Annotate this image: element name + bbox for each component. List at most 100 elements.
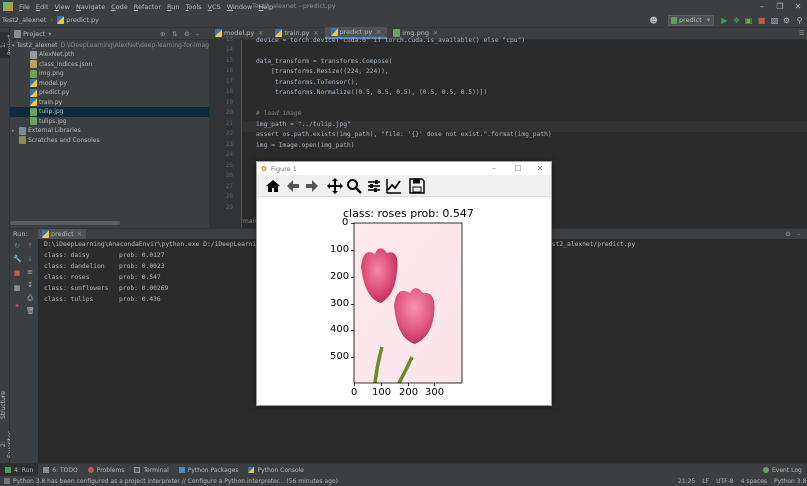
- configure-subplots-icon[interactable]: [366, 178, 382, 194]
- hide-panel-icon[interactable]: –: [797, 230, 800, 238]
- tab-python-packages[interactable]: Python Packages: [174, 467, 244, 474]
- layout-icon[interactable]: ▦: [13, 284, 21, 292]
- hide-panel-icon[interactable]: –: [196, 30, 199, 38]
- breadcrumb-project[interactable]: Test2_alexnet: [0, 16, 48, 24]
- tree-item-alexnet-pth[interactable]: AlexNet.pth: [30, 50, 209, 60]
- down-icon[interactable]: ↓: [26, 255, 34, 263]
- y-tick-label: 300: [330, 298, 350, 309]
- up-icon[interactable]: ↑: [26, 242, 34, 250]
- tab-run[interactable]: 4: Run: [0, 463, 39, 477]
- save-icon[interactable]: [409, 178, 425, 194]
- tree-item-tulips-jpg[interactable]: tulips.jpg: [30, 117, 209, 127]
- tab-todo[interactable]: 6: TODO: [38, 467, 82, 474]
- collapse-all-icon[interactable]: ⇅: [172, 30, 177, 38]
- python-file-icon: [30, 88, 37, 97]
- home-icon[interactable]: [265, 178, 281, 194]
- cursor-position[interactable]: 21:25: [678, 478, 695, 485]
- horizontal-scrollbar[interactable]: [10, 221, 120, 225]
- file-encoding[interactable]: UTF-8: [716, 478, 734, 485]
- minimize-icon[interactable]: –: [753, 0, 771, 13]
- restore-icon[interactable]: ❐: [771, 0, 789, 13]
- menu-view[interactable]: View: [52, 3, 73, 11]
- tree-item-predict-py[interactable]: predict.py: [30, 88, 209, 98]
- project-panel-header: Project ▾ ⊕ ⇅ ⚙ –: [10, 28, 209, 40]
- search-everywhere-icon[interactable]: ⚲: [794, 15, 805, 26]
- user-icon[interactable]: ☻: [648, 15, 659, 26]
- line-number: 16: [225, 67, 233, 74]
- gear-icon[interactable]: ⚙: [184, 30, 190, 38]
- maximize-icon[interactable]: ☐: [507, 162, 529, 175]
- soft-wrap-icon[interactable]: ≡: [26, 268, 34, 276]
- tree-external-libraries[interactable]: ▸ External Libraries: [12, 126, 209, 136]
- close-tab-icon[interactable]: ✕: [376, 29, 381, 36]
- scroll-to-end-icon[interactable]: ↧: [26, 281, 34, 289]
- pan-icon[interactable]: [327, 178, 343, 194]
- locate-file-icon[interactable]: ⊕: [160, 30, 165, 38]
- close-icon[interactable]: ✕: [789, 0, 807, 13]
- coverage-icon[interactable]: ▣: [743, 15, 754, 26]
- tab-label: Python Packages: [187, 466, 239, 474]
- tab-problems[interactable]: Problems: [83, 467, 130, 474]
- run-tab-predict[interactable]: predict ✕: [38, 228, 87, 240]
- tab-terminal[interactable]: Terminal: [129, 467, 173, 474]
- figure-canvas[interactable]: class: roses prob: 0.547 0 100 200 300 4…: [257, 197, 551, 405]
- settings-icon[interactable]: ⚙: [781, 15, 792, 26]
- forward-arrow-icon[interactable]: [304, 178, 320, 194]
- rerun-icon[interactable]: ↻: [13, 242, 21, 250]
- stop-icon[interactable]: ■: [13, 269, 21, 277]
- menu-navigate[interactable]: Navigate: [73, 3, 108, 11]
- editor-tab-menu-icon[interactable]: ☰: [799, 30, 807, 38]
- chevron-down-icon[interactable]: ▾: [48, 30, 51, 38]
- favorites-tool-tab[interactable]: 2: Favorites: [0, 428, 14, 460]
- output-prob-3: prob: 0.547: [119, 274, 161, 281]
- close-tab-icon[interactable]: ✕: [77, 229, 82, 240]
- scratches-label: Scratches and Consoles: [28, 136, 100, 144]
- tree-scratches[interactable]: Scratches and Consoles: [19, 136, 209, 146]
- project-tool-tab[interactable]: 1: Project: [0, 32, 14, 58]
- tree-item-model-py[interactable]: model.py: [30, 79, 209, 89]
- close-icon[interactable]: ✕: [529, 162, 551, 175]
- run-icon[interactable]: ▶: [719, 15, 730, 26]
- menu-window[interactable]: Window: [224, 3, 256, 11]
- project-structure-icon[interactable]: ▧: [769, 15, 780, 26]
- edit-axes-icon[interactable]: [386, 178, 402, 194]
- tree-item-img-png[interactable]: img.png: [30, 69, 209, 79]
- breadcrumb-file-label: predict.py: [66, 16, 99, 24]
- tree-item-tulip-jpg[interactable]: tulip.jpg: [10, 107, 209, 117]
- interpreter[interactable]: Python 3.8: [774, 478, 806, 485]
- menu-run[interactable]: Run: [164, 3, 182, 11]
- pin-icon[interactable]: ✦: [13, 302, 21, 310]
- project-panel-title[interactable]: Project: [23, 30, 45, 38]
- wrench-icon[interactable]: 🔧: [13, 255, 22, 263]
- menu-file[interactable]: File: [16, 3, 33, 11]
- minimize-icon[interactable]: –: [483, 162, 505, 175]
- code-line-17: transforms.ToTensor(),: [256, 78, 359, 86]
- menu-code[interactable]: Code: [108, 3, 131, 11]
- debug-icon[interactable]: ❖: [731, 15, 742, 26]
- menu-tools[interactable]: Tools: [183, 3, 205, 11]
- breadcrumb-separator-icon: ›: [50, 16, 54, 24]
- image-file-icon: [30, 117, 37, 126]
- gear-icon[interactable]: ⚙: [785, 230, 791, 238]
- status-message[interactable]: Python 3.8 has been configured as a proj…: [13, 478, 338, 485]
- status-icon: [4, 478, 10, 484]
- menu-edit[interactable]: Edit: [33, 3, 52, 11]
- breadcrumb-file[interactable]: predict.py: [55, 16, 101, 24]
- print-icon[interactable]: ⎙: [26, 294, 34, 302]
- project-view-icon: [14, 29, 21, 38]
- expanded-arrow-icon: ▾: [12, 42, 15, 49]
- menu-refactor[interactable]: Refactor: [131, 3, 164, 11]
- line-separator[interactable]: LF: [702, 478, 709, 485]
- indent-setting[interactable]: 4 spaces: [741, 478, 767, 485]
- menu-vcs[interactable]: VCS: [205, 3, 224, 11]
- trash-icon[interactable]: 🗑: [26, 307, 35, 315]
- zoom-icon[interactable]: [346, 178, 362, 194]
- tree-item-class-indices[interactable]: class_indices.json: [30, 60, 209, 70]
- status-bar-right: 21:25 LF UTF-8 4 spaces Python 3.8: [678, 476, 807, 486]
- back-arrow-icon[interactable]: [285, 178, 301, 194]
- tab-python-console[interactable]: Python Console: [243, 467, 309, 474]
- structure-tool-tab[interactable]: Structure: [0, 388, 10, 422]
- tab-event-log[interactable]: Event Log: [758, 467, 807, 474]
- stop-icon[interactable]: ■: [756, 15, 767, 26]
- tree-item-train-py[interactable]: train.py: [30, 98, 209, 108]
